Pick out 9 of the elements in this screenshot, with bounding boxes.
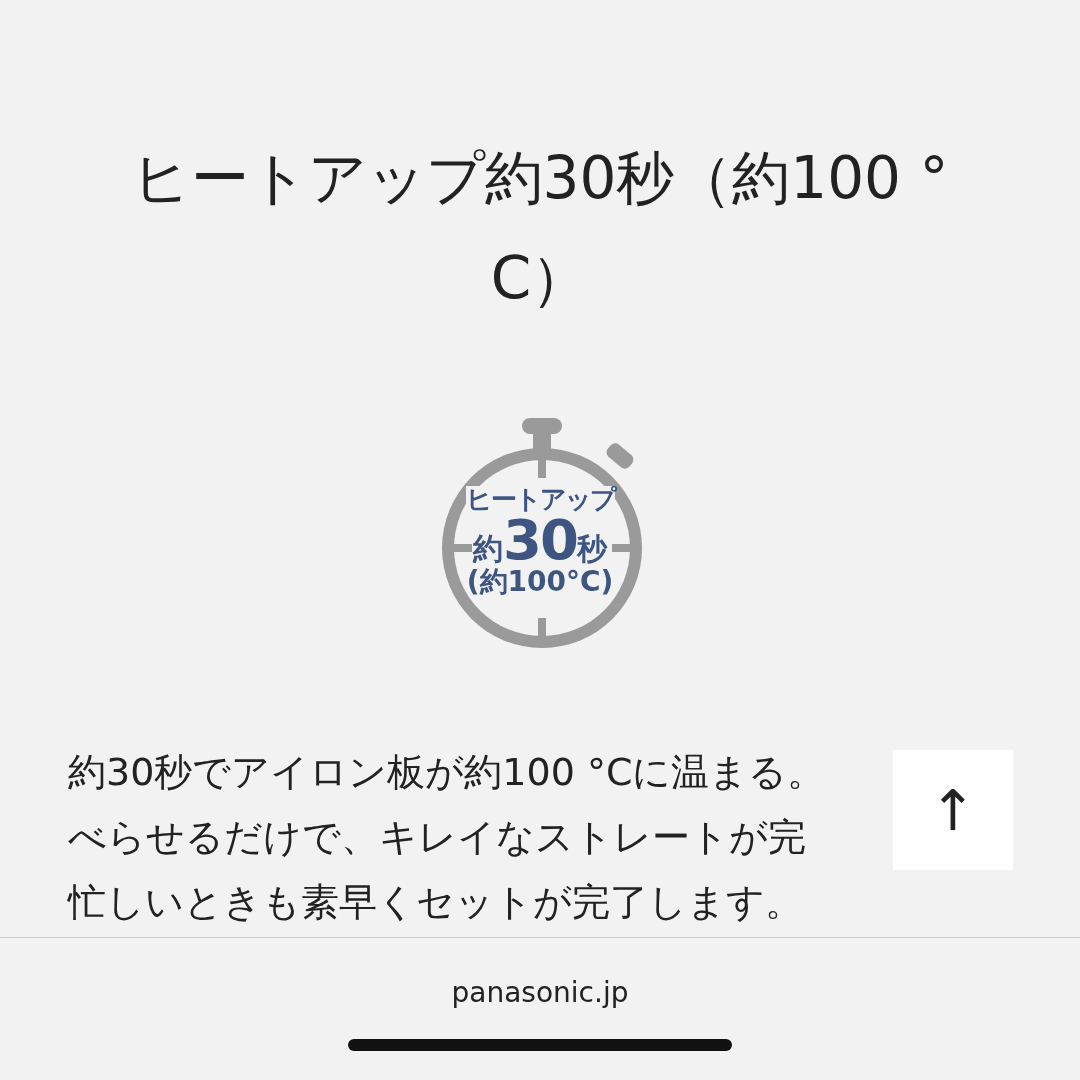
badge-suffix: 秒 [576, 534, 607, 564]
badge-prefix: 約 [473, 534, 504, 564]
badge-number: 30 [503, 512, 577, 568]
page-heading: ヒートアップ約30秒（約100 °C） [130, 143, 950, 314]
badge-title: ヒートアップ [465, 486, 615, 512]
description-text: 約30秒でアイロン板が約100 °Cに温まる。 べらせるだけで、キレイなストレートが完 忙しいときも素早くセットが完了します。 [68, 749, 826, 926]
badge-note: (約100°C) [466, 568, 614, 596]
back-to-top-button[interactable]: ↑ [893, 750, 1013, 870]
site-domain: panasonic.jp [451, 976, 629, 1009]
